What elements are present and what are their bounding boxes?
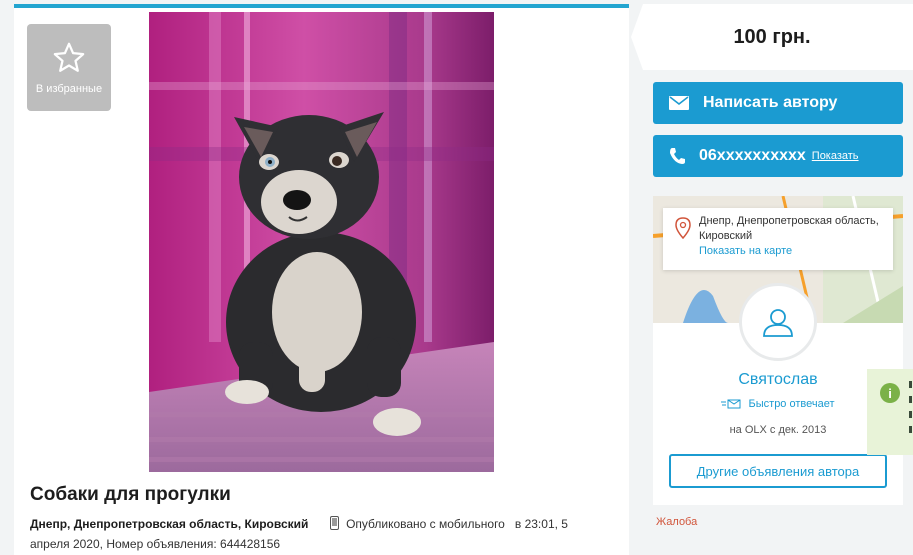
location-pin-icon	[675, 217, 691, 239]
mobile-phone-icon	[329, 516, 339, 530]
listing-meta: Днепр, Днепропетровская область, Кировск…	[30, 514, 590, 554]
complaint-link[interactable]: Жалоба	[656, 516, 697, 528]
published-via: Опубликовано с мобильного	[346, 517, 505, 531]
listing-location: Днепр, Днепропетровская область, Кировск…	[30, 517, 309, 531]
favorites-label: В избранные	[35, 82, 103, 95]
write-to-author-label: Написать автору	[703, 94, 838, 111]
info-tooltip[interactable]: i	[867, 369, 913, 455]
listing-title: Собаки для прогулки	[30, 484, 231, 505]
phone-icon	[670, 148, 685, 164]
phone-number: 06xxxxxxxxxx	[699, 147, 806, 164]
show-on-map-link[interactable]: Показать на карте	[699, 244, 885, 259]
tooltip-text-fragment	[909, 381, 912, 441]
ad-number: Номер объявления: 644428156	[106, 537, 281, 551]
seller-avatar[interactable]	[739, 283, 817, 361]
fast-reply-badge: Быстро отвечает	[653, 398, 903, 410]
listing-card: В избранные Собаки для прогулки Днепр, Д…	[14, 4, 629, 555]
add-to-favorites-button[interactable]: В избранные	[27, 24, 111, 111]
seller-since: на OLX с дек. 2013	[729, 424, 827, 436]
listing-photo[interactable]	[149, 12, 494, 472]
map-address-popup: Днепр, Днепропетровская область, Кировск…	[663, 208, 893, 270]
write-to-author-button[interactable]: Написать автору	[653, 82, 903, 124]
map-address: Днепр, Днепропетровская область, Кировск…	[699, 215, 879, 242]
fast-envelope-icon	[721, 399, 741, 409]
price-value: 100 грн.	[733, 25, 811, 48]
show-phone-button[interactable]: 06xxxxxxxxxx Показать	[653, 135, 903, 177]
dog-photo-image	[149, 12, 494, 472]
user-icon	[763, 309, 793, 337]
price-box: 100 грн.	[631, 4, 913, 70]
show-phone-link[interactable]: Показать	[812, 150, 859, 162]
star-outline-icon	[53, 42, 85, 72]
other-ads-button[interactable]: Другие объявления автора	[669, 454, 887, 488]
seller-name[interactable]: Святослав	[653, 371, 903, 389]
seller-card: Днепр, Днепропетровская область, Кировск…	[653, 196, 903, 505]
fast-reply-label: Быстро отвечает	[748, 398, 835, 410]
info-icon: i	[880, 383, 900, 403]
envelope-icon	[669, 96, 689, 110]
